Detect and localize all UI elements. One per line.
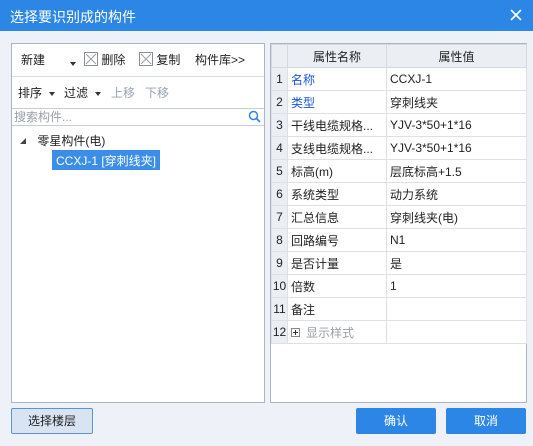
table-row[interactable]: 4 支线电缆规格... YJV-3*50+1*16 [271,136,527,160]
filter-button[interactable]: 过滤 [64,84,102,101]
property-name: 干线电缆规格... [287,113,387,137]
row-index: 4 [271,136,288,160]
property-name: 显示样式 [306,325,355,340]
property-value[interactable]: CCXJ-1 [386,67,527,91]
row-index: 8 [271,228,288,252]
sort-dropdown-arrow-icon [49,91,56,96]
table-row[interactable]: 1 名称 CCXJ-1 [271,67,527,91]
property-name-group[interactable]: 显示样式 [287,320,387,344]
sort-button-label: 排序 [18,86,43,100]
component-toolbar: 新建 删除 复制 构件库>> [12,44,264,74]
table-row[interactable]: 8 回路编号 N1 [271,228,527,252]
property-value-header: 属性值 [386,44,527,68]
component-list-panel: 新建 删除 复制 构件库>> 排序 过滤 上移 下移 搜索构件... 零星构件(… [11,43,265,403]
property-name: 名称 [287,67,387,91]
table-row[interactable]: 2 类型 穿刺线夹 [271,90,527,114]
tree-expand-icon[interactable] [18,134,37,148]
table-row[interactable]: 5 标高(m) 层底标高+1.5 [271,159,527,183]
filter-dropdown-arrow-icon [95,91,102,96]
row-index: 2 [271,90,288,114]
search-input[interactable] [12,109,237,125]
new-button-label: 新建 [21,53,46,67]
property-name: 倍数 [287,274,387,298]
plus-expand-icon[interactable] [291,327,300,337]
index-header [271,44,288,68]
property-value[interactable]: N1 [386,228,527,252]
row-index: 10 [271,274,288,298]
dialog-body: 新建 删除 复制 构件库>> 排序 过滤 上移 下移 搜索构件... 零星构件(… [0,31,533,446]
property-value[interactable]: 穿刺线夹 [386,90,527,114]
property-name: 支线电缆规格... [287,136,387,160]
property-value[interactable] [386,320,527,344]
property-name: 回路编号 [287,228,387,252]
table-row[interactable]: 12 显示样式 [271,320,527,344]
property-value[interactable] [386,297,527,321]
select-floor-button[interactable]: 选择楼层 [11,408,93,434]
table-row[interactable]: 7 汇总信息 穿刺线夹(电) [271,205,527,229]
search-box [12,108,264,126]
property-value[interactable]: 1 [386,274,527,298]
move-down-button[interactable]: 下移 [145,84,169,101]
row-index: 9 [271,251,288,275]
table-row[interactable]: 3 干线电缆规格... YJV-3*50+1*16 [271,113,527,137]
property-name: 备注 [287,297,387,321]
property-name: 汇总信息 [287,205,387,229]
checkbox-icon [84,52,98,66]
property-value[interactable]: YJV-3*50+1*16 [386,113,527,137]
row-index: 1 [271,67,288,91]
table-row[interactable]: 10 倍数 1 [271,274,527,298]
row-index: 3 [271,113,288,137]
copy-button[interactable]: 复制 [139,51,180,68]
row-index: 6 [271,182,288,206]
table-row[interactable]: 9 是否计量 是 [271,251,527,275]
ok-button[interactable]: 确认 [356,408,436,434]
property-value[interactable]: 动力系统 [386,182,527,206]
property-name: 系统类型 [287,182,387,206]
property-name-header: 属性名称 [287,44,387,68]
sort-button[interactable]: 排序 [18,84,56,101]
property-panel: 属性名称 属性值 1 名称 CCXJ-1 2 类型 穿刺线夹 3 干线电缆规格.… [270,43,527,403]
search-icon[interactable] [248,110,261,126]
table-row[interactable]: 11 备注 [271,297,527,321]
filter-button-label: 过滤 [64,86,89,100]
delete-button-label: 删除 [101,53,126,67]
title-bar: 选择要识别成的构件 [0,0,533,31]
cancel-button[interactable]: 取消 [446,408,526,434]
dialog-title: 选择要识别成的构件 [10,9,136,25]
property-value[interactable]: 层底标高+1.5 [386,159,527,183]
new-dropdown-arrow-icon[interactable] [70,56,76,70]
property-name: 标高(m) [287,159,387,183]
property-name: 是否计量 [287,251,387,275]
table-row[interactable]: 6 系统类型 动力系统 [271,182,527,206]
close-icon[interactable] [505,4,527,26]
tree-root-node[interactable]: 零星构件(电) [18,132,105,150]
checkbox-icon [139,52,153,66]
property-value[interactable]: YJV-3*50+1*16 [386,136,527,160]
delete-button[interactable]: 删除 [84,51,125,68]
row-index: 12 [271,320,288,344]
sort-toolbar: 排序 过滤 上移 下移 [12,77,264,107]
row-index: 5 [271,159,288,183]
property-value[interactable]: 穿刺线夹(电) [386,205,527,229]
property-table: 属性名称 属性值 1 名称 CCXJ-1 2 类型 穿刺线夹 3 干线电缆规格.… [271,44,527,344]
tree-node-selected[interactable]: CCXJ-1 [穿刺线夹] [52,150,161,170]
move-up-button[interactable]: 上移 [111,84,135,101]
property-header-row: 属性名称 属性值 [271,44,527,68]
copy-button-label: 复制 [156,53,181,67]
row-index: 11 [271,297,288,321]
property-name: 类型 [287,90,387,114]
property-value[interactable]: 是 [386,251,527,275]
component-library-button[interactable]: 构件库>> [195,51,245,68]
row-index: 7 [271,205,288,229]
new-button[interactable]: 新建 [21,51,45,68]
tree-root-label: 零星构件(电) [37,134,106,148]
